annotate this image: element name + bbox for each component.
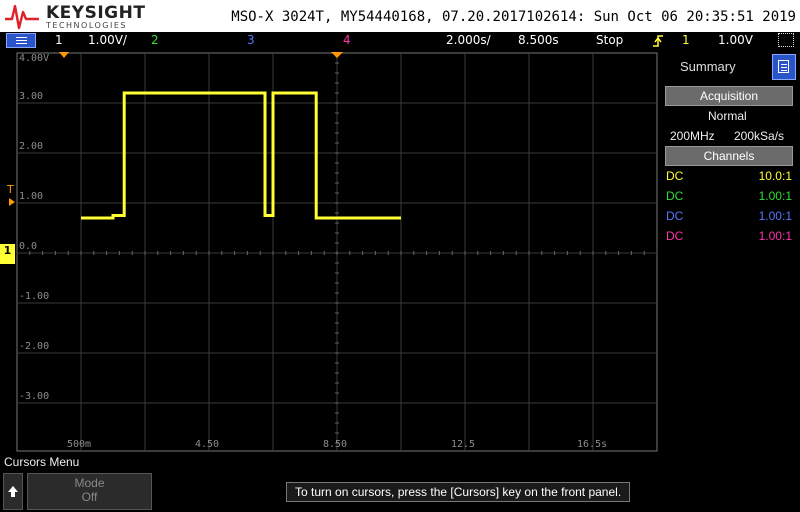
y-label-minus-2: -2.00 [19,341,50,352]
softkey-bar: Cursors Menu Mode Off To turn on cursors… [0,452,800,512]
waveform-display[interactable]: 4.00V 3.00 2.00 1.00 0.0 -1.00 -2.00 -3.… [0,50,660,452]
bandwidth: 200MHz [670,129,715,143]
sample-rate: 200kSa/s [734,129,785,143]
trigger-position-marker [59,52,69,58]
fullscreen-icon[interactable] [778,33,794,47]
channel-row-3[interactable]: DC 1.00:1 [666,209,792,227]
channel-coupling: DC [666,169,684,183]
main-menu-button[interactable] [6,33,36,48]
run-state[interactable]: Stop [596,33,623,47]
ch1-scale[interactable]: 1.00V/ [88,33,127,47]
summary-menu-button[interactable] [772,54,796,80]
ch1-label[interactable]: 1 [55,33,63,47]
brand-subtitle: TECHNOLOGIES [46,21,127,30]
channels-header[interactable]: Channels [665,146,793,166]
y-label-minus-1: -1.00 [19,291,50,302]
softkey-mode-label: Mode [74,476,105,490]
x-label-5: 16.5s [577,439,608,450]
channel-coupling: DC [666,189,684,203]
keysight-wave-icon [5,4,39,30]
cursor-mode-softkey[interactable]: Mode Off [27,473,152,510]
y-label-0: 0.0 [19,241,38,252]
channel-row-2[interactable]: DC 1.00:1 [666,189,792,207]
y-label-minus-3: -3.00 [19,391,50,402]
summary-header: Summary [664,54,796,80]
acquisition-mode: Normal [708,109,747,123]
timebase[interactable]: 2.000s/ [446,33,491,47]
delay-marker [331,52,343,58]
ch3-label[interactable]: 3 [247,33,255,47]
x-label-4: 12.5 [451,439,476,450]
y-label-3: 3.00 [19,91,44,102]
x-label-1: 500m [67,439,92,450]
ch1-ground-label: 1 [3,244,12,257]
softkey-mode-value: Off [81,490,98,504]
channel-coupling: DC [666,209,684,223]
status-bar: 1 1.00V/ 2 3 4 2.000s/ 8.500s Stop 1 1.0… [0,32,800,50]
trigger-level-arrow[interactable] [9,198,15,206]
arrow-up-icon [8,486,18,497]
channel-probe-ratio: 1.00:1 [758,189,792,203]
trigger-level-marker[interactable]: T [7,183,14,196]
x-label-2: 4.50 [195,439,220,450]
ch1-waveform [81,91,401,220]
channel-probe-ratio: 1.00:1 [758,229,792,243]
y-label-1: 1.00 [19,191,44,202]
trigger-source[interactable]: 1 [682,33,690,47]
y-label-2: 2.00 [19,141,44,152]
summary-panel: Summary Acquisition Normal 200MHz 200kSa… [660,50,800,452]
delay[interactable]: 8.500s [518,33,559,47]
instrument-title: MSO-X 3024T, MY54440168, 07.20.201710261… [231,9,796,25]
ch4-label[interactable]: 4 [343,33,351,47]
channel-probe-ratio: 1.00:1 [758,209,792,223]
menu-title: Cursors Menu [4,455,80,469]
waveform-grid [16,52,658,452]
trigger-edge-icon [653,35,663,47]
trigger-level[interactable]: 1.00V [718,33,753,47]
ch2-label[interactable]: 2 [151,33,159,47]
keysight-logo: KEYSIGHT TECHNOLOGIES [4,2,145,30]
title-bar: KEYSIGHT TECHNOLOGIES MSO-X 3024T, MY544… [0,0,800,32]
y-label-4: 4.00V [19,53,50,64]
channel-row-4[interactable]: DC 1.00:1 [666,229,792,247]
x-label-3: 8.50 [323,439,348,450]
channel-coupling: DC [666,229,684,243]
summary-label[interactable]: Summary [680,59,736,74]
channel-row-1[interactable]: DC 10.0:1 [666,169,792,187]
menu-up-button[interactable] [3,473,23,510]
brand-name: KEYSIGHT [46,3,146,23]
acquisition-header[interactable]: Acquisition [665,86,793,106]
channel-probe-ratio: 10.0:1 [758,169,792,183]
cursor-hint-message: To turn on cursors, press the [Cursors] … [286,482,631,502]
ch1-ground-marker[interactable]: 1 [0,244,15,264]
